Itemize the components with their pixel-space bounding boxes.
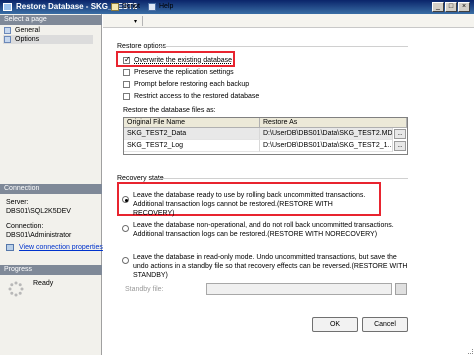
table-row-restore-as[interactable]: D:\UserDB\DBS01\Data\SKG_TEST2.MDF (260, 128, 393, 140)
cancel-button[interactable]: Cancel (362, 317, 408, 332)
restore-options-divider (158, 46, 408, 47)
preserve-replication-checkbox[interactable] (123, 69, 130, 76)
progress-spinner-icon (8, 281, 24, 297)
close-button[interactable]: × (458, 2, 470, 12)
script-dropdown-icon[interactable]: ▾ (134, 18, 137, 25)
database-icon (3, 3, 12, 11)
server-value: DBS01\SQL2K5DEV (6, 208, 71, 215)
window-title-bar: Restore Database - SKG_TEST2 (0, 0, 474, 14)
help-label: Help (159, 3, 174, 10)
standby-file-input[interactable] (206, 283, 392, 295)
norecovery-option-text: Leave the database non-operational, and … (133, 222, 394, 238)
prompt-before-restore-label: Prompt before restoring each backup (134, 81, 250, 88)
browse-file-button[interactable]: ... (394, 129, 406, 139)
connection-header: Connection (0, 184, 102, 194)
toolbar-separator (142, 16, 143, 26)
recovery-option-text: Leave the database ready to use by rolli… (133, 192, 366, 217)
resize-grip-icon[interactable] (468, 349, 473, 354)
standby-radio[interactable] (122, 257, 129, 264)
progress-header: Progress (0, 265, 102, 275)
select-page-header: Select a page (0, 15, 102, 25)
page-options-label: Options (15, 36, 40, 43)
grid-header-restore-as[interactable]: Restore As (260, 118, 407, 128)
help-button[interactable]: Help (148, 2, 173, 12)
ok-button[interactable]: OK (312, 317, 358, 332)
script-icon (111, 3, 119, 11)
table-row-restore-as[interactable]: D:\UserDB\DBS01\Data\SKG_TEST2_1... (260, 140, 393, 152)
recovery-state-divider (158, 178, 408, 179)
connection-properties-icon (6, 244, 14, 251)
toolbar (103, 14, 474, 28)
view-connection-properties-link[interactable]: View connection properties (19, 243, 103, 252)
minimize-button[interactable]: _ (432, 2, 444, 12)
browse-file-button[interactable]: ... (394, 141, 406, 151)
connection-value: DBS01\Administrator (6, 232, 72, 239)
page-options[interactable]: Options (3, 35, 93, 44)
page-general[interactable]: General (3, 26, 93, 35)
grid-header-original[interactable]: Original File Name (124, 118, 260, 128)
standby-option-text: Leave the database in read-only mode. Un… (133, 254, 408, 279)
standby-browse-button[interactable] (395, 283, 407, 295)
norecovery-radio[interactable] (122, 225, 129, 232)
help-icon (148, 3, 156, 11)
restore-files-label: Restore the database files as: (123, 107, 216, 114)
table-row-original[interactable]: SKG_TEST2_Data (124, 128, 260, 140)
preserve-replication-label: Preserve the replication settings (134, 69, 234, 76)
page-icon (4, 36, 11, 43)
page-icon (4, 27, 11, 34)
connection-label: Connection: (6, 223, 44, 230)
restore-files-grid: Original File Name Restore As SKG_TEST2_… (123, 117, 408, 155)
page-general-label: General (15, 27, 40, 34)
progress-status: Ready (33, 280, 54, 287)
table-row-original[interactable]: SKG_TEST2_Log (124, 140, 260, 152)
maximize-button[interactable]: □ (445, 2, 457, 12)
standby-file-label: Standby file: (125, 286, 164, 293)
script-button[interactable]: Script (111, 2, 140, 12)
prompt-before-restore-checkbox[interactable] (123, 81, 130, 88)
restrict-access-label: Restrict access to the restored database (134, 93, 260, 100)
recovery-radio[interactable] (122, 196, 129, 203)
restrict-access-checkbox[interactable] (123, 93, 130, 100)
overwrite-highlight-box (116, 51, 235, 67)
server-label: Server: (6, 199, 29, 206)
script-label: Script (122, 3, 140, 10)
